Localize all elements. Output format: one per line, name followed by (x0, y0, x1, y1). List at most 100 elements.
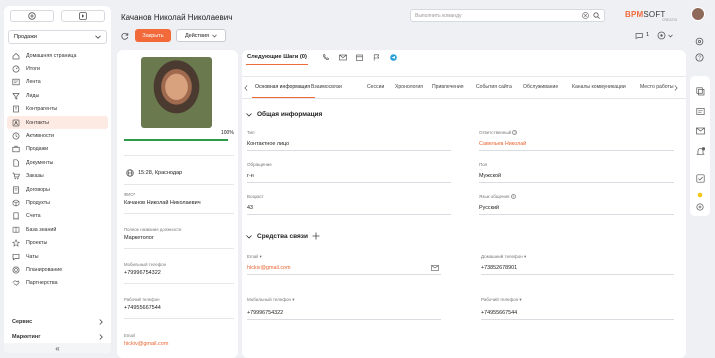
chevron-down-icon[interactable] (668, 34, 673, 38)
sidebar-item-5[interactable]: Контрагенты (7, 103, 108, 116)
contract-icon (12, 186, 20, 194)
sidebar-item-4[interactable]: Лиды (7, 89, 108, 102)
tab-4[interactable]: Хронология (395, 84, 423, 90)
like-icon[interactable] (635, 31, 644, 39)
next-steps-title[interactable]: Следующие Шаги (0) (247, 54, 307, 60)
plus-circle-icon (28, 12, 36, 20)
sidebar-item-label: Заказы (26, 173, 44, 180)
email-value[interactable]: hickiv@gmail.com (124, 341, 234, 347)
building-icon (12, 105, 20, 113)
comm-email-label: Email (247, 254, 259, 259)
sidebar-item-18[interactable]: Партнерства (7, 277, 108, 290)
sidebar-item-label: Проекты (26, 240, 48, 247)
settings-icon[interactable] (657, 31, 666, 40)
workplace-select[interactable]: Продажи (8, 30, 107, 44)
chevron-down-icon (212, 34, 217, 38)
sidebar-item-15[interactable]: Проекты (7, 236, 108, 249)
close-button[interactable]: Закрыть (135, 29, 171, 42)
sidebar-item-10[interactable]: Заказы (7, 170, 108, 183)
notifications-icon[interactable] (694, 145, 706, 157)
video-button[interactable] (61, 10, 105, 22)
email-icon[interactable] (431, 265, 439, 271)
copy-icon[interactable] (694, 85, 706, 97)
sidebar-item-13[interactable]: Счета (7, 210, 108, 223)
fio-field[interactable]: ФИО* Качанов Николай Николаевич (124, 192, 234, 206)
tab-9[interactable]: Место работы (640, 84, 674, 90)
sidebar-item-6[interactable]: Контакты (7, 115, 108, 130)
contact-photo[interactable] (141, 57, 212, 128)
language-value[interactable]: Русский (479, 205, 499, 211)
sidebar-item-3[interactable]: Лента (7, 76, 108, 89)
actions-button[interactable]: Действия (176, 29, 226, 42)
chevron-down-icon[interactable] (246, 235, 252, 239)
sidebar-item-7[interactable]: Активности (7, 129, 108, 142)
command-search-input[interactable]: Выполнить команду (410, 9, 605, 22)
email-label: Email (124, 333, 135, 338)
chevron-down-icon[interactable] (246, 113, 252, 117)
completeness-fill (124, 139, 228, 141)
add-button[interactable] (10, 10, 54, 22)
handshake-icon (12, 279, 20, 287)
phone-icon[interactable] (322, 54, 329, 61)
mail-icon[interactable] (694, 125, 706, 137)
tab-6[interactable]: События сайта (476, 84, 512, 90)
collapse-sidebar-button[interactable]: « (4, 343, 111, 353)
settings-icon[interactable] (695, 37, 704, 46)
lead-icon (12, 92, 20, 100)
search-icon[interactable] (593, 12, 600, 19)
help-icon[interactable]: ? (695, 53, 704, 62)
sidebar-item-9[interactable]: Документы (7, 156, 108, 169)
type-label: Тип (247, 130, 255, 135)
flag-icon[interactable] (373, 54, 380, 61)
calendar-icon[interactable] (356, 54, 363, 61)
email-icon[interactable] (339, 54, 347, 61)
chevron-right-icon[interactable] (674, 85, 678, 91)
salutation-value[interactable]: г-н (247, 173, 254, 179)
sidebar-item-14[interactable]: База знаний (7, 223, 108, 236)
home-phone-label: Домашний телефон (481, 254, 523, 259)
position-field[interactable]: Полное название должности Маркетолог (124, 227, 234, 241)
age-value[interactable]: 43 (247, 205, 253, 211)
sidebar-item-16[interactable]: Чаты (7, 250, 108, 263)
comm-email-value[interactable]: hickiv@gmail.com (247, 265, 291, 271)
tab-8[interactable]: Каналы коммуникации (572, 84, 626, 90)
gender-value[interactable]: Мужской (479, 173, 501, 179)
chevron-left-icon[interactable] (244, 85, 248, 91)
type-value[interactable]: Контактное лицо (247, 141, 289, 147)
next-steps-underline (246, 64, 308, 66)
sidebar-item-1[interactable]: Домашняя страница (7, 49, 108, 62)
comm-work-value[interactable]: +74955667544 (481, 310, 517, 316)
home-phone-value[interactable]: +73852678901 (481, 265, 517, 271)
mobile-field[interactable]: Мобильный телефон +79996754322 (124, 262, 234, 276)
more-icon[interactable] (694, 201, 706, 213)
add-icon[interactable] (312, 232, 320, 240)
section-marketing-label: Маркетинг (12, 334, 41, 340)
refresh-icon[interactable] (121, 32, 129, 40)
sidebar-item-2[interactable]: Итоги (7, 62, 108, 75)
section-service[interactable]: Сервис (8, 316, 107, 328)
tab-2[interactable]: Взаимосвязи (311, 84, 342, 90)
telegram-icon[interactable] (390, 54, 397, 61)
user-avatar[interactable] (691, 7, 705, 21)
sidebar-item-12[interactable]: Продукты (7, 196, 108, 209)
sidebar-item-17[interactable]: Планирование (7, 263, 108, 276)
gender-label: Пол (479, 162, 488, 167)
responsible-value[interactable]: Савельев Николай (479, 141, 526, 147)
salutation-label: Обращение (247, 162, 272, 167)
tab-5[interactable]: Привлечения (432, 84, 463, 90)
active-tab-underline (252, 97, 315, 99)
email-field[interactable]: Email hickiv@gmail.com (124, 333, 234, 347)
section-marketing[interactable]: Маркетинг (8, 331, 107, 343)
sun-icon[interactable] (694, 189, 706, 201)
feed-icon[interactable] (694, 105, 706, 117)
work-phone-field[interactable]: Рабочий телефон +74955667544 (124, 297, 234, 311)
tab-3[interactable]: Сессии (367, 84, 384, 90)
sidebar-item-8[interactable]: Продажи (7, 143, 108, 156)
comm-mobile-value[interactable]: +79996754322 (247, 310, 283, 316)
sidebar-item-11[interactable]: Договоры (7, 183, 108, 196)
document-icon (12, 159, 20, 167)
tab-1[interactable]: Основная информация (255, 84, 310, 90)
checklist-icon[interactable] (694, 172, 706, 184)
clear-icon[interactable] (582, 12, 589, 19)
tab-7[interactable]: Обслуживание (523, 84, 558, 90)
